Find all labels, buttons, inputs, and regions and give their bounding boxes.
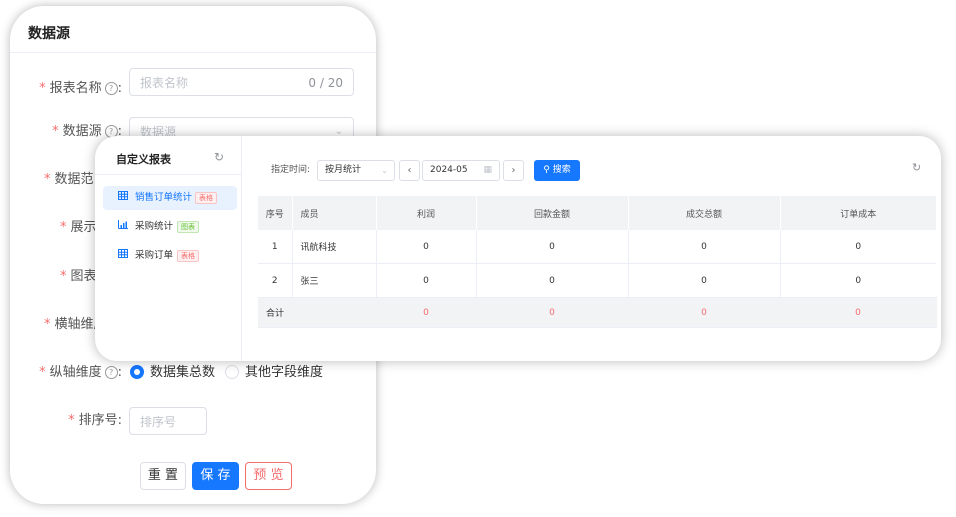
report-table: 序号 成员 利润 回款金额 成交总额 订单成本 1 讯航科技 0 0 0 0 2…: [258, 196, 937, 328]
total-cell: 0: [376, 297, 477, 328]
help-icon[interactable]: ?: [104, 82, 118, 95]
total-cell: 0: [628, 297, 781, 328]
sort-input[interactable]: 排序号: [129, 407, 207, 435]
column-header: 回款金额: [476, 196, 629, 230]
prev-month-button[interactable]: ‹: [399, 160, 420, 181]
search-button[interactable]: ⚲ 搜索: [534, 160, 580, 181]
refresh-icon[interactable]: ↻: [214, 150, 224, 164]
char-counter: 0 / 20: [308, 76, 343, 90]
chevron-left-icon: ‹: [407, 165, 412, 176]
sidebar-item-sales-order-stats[interactable]: 销售订单统计 表格: [103, 186, 237, 210]
column-header: 利润: [376, 196, 477, 230]
sidebar-item-purchase-stats[interactable]: 采购统计 图表: [103, 215, 237, 239]
report-name-input[interactable]: 报表名称 0 / 20: [129, 68, 354, 96]
next-month-button[interactable]: ›: [503, 160, 524, 181]
table-cell: 0: [476, 263, 629, 298]
search-icon: ⚲: [543, 165, 550, 175]
time-label: 指定时间:: [271, 165, 311, 175]
table-cell: 1: [258, 230, 293, 264]
table-cell: 0: [628, 230, 781, 264]
chevron-right-icon: ›: [511, 165, 516, 176]
radio-other-field[interactable]: [225, 365, 239, 379]
refresh-icon[interactable]: ↻: [912, 161, 921, 174]
table-row: 1 讯航科技 0 0 0 0: [258, 230, 936, 264]
table-cell: 讯航科技: [292, 230, 377, 264]
table-icon: [118, 244, 128, 268]
preview-button[interactable]: 预 览: [245, 462, 292, 490]
radio-other-field-label[interactable]: 其他字段维度: [245, 358, 323, 388]
y-axis-label: * 纵轴维度?:: [39, 365, 122, 380]
sidebar-item-purchase-orders[interactable]: 采购订单 表格: [103, 244, 237, 268]
sidebar-item-label: 采购订单: [135, 250, 174, 261]
report-sidebar: 自定义报表 ↻ 销售订单统计 表格 采购统计 图表 采购订单 表格: [95, 136, 242, 361]
bar-chart-icon: [118, 215, 128, 239]
sort-row: * 排序号:: [10, 406, 122, 436]
table-cell: 张三: [292, 263, 377, 298]
table-cell: 0: [376, 230, 477, 264]
required-mark: *: [39, 81, 46, 96]
table-header-row: 序号 成员 利润 回款金额 成交总额 订单成本: [258, 196, 936, 230]
table-cell: 0: [780, 230, 936, 264]
sort-label: * 排序号:: [68, 413, 122, 428]
type-tag: 表格: [195, 192, 217, 204]
form-divider: [10, 52, 376, 53]
custom-report-panel: 自定义报表 ↻ 销售订单统计 表格 采购统计 图表 采购订单 表格 指定时间: …: [95, 136, 941, 361]
radio-dataset-total[interactable]: [130, 365, 144, 379]
sidebar-title: 自定义报表: [116, 153, 171, 166]
radio-dataset-total-label[interactable]: 数据集总数: [150, 358, 215, 388]
report-name-row: * 报表名称?:: [10, 74, 122, 104]
table-cell: 0: [780, 263, 936, 298]
table-row: 2 张三 0 0 0 0: [258, 263, 936, 298]
table-cell: 2: [258, 263, 293, 298]
type-tag: 图表: [177, 221, 199, 233]
report-name-label: * 报表名称?:: [39, 81, 122, 96]
help-icon[interactable]: ?: [104, 366, 118, 379]
table-icon: [118, 186, 128, 210]
reset-button[interactable]: 重 置: [140, 462, 186, 490]
column-header: 序号: [258, 196, 293, 230]
table-cell: 0: [628, 263, 781, 298]
form-title: 数据源: [28, 26, 70, 42]
column-header: 成交总额: [628, 196, 781, 230]
calendar-icon: ▦: [483, 165, 492, 175]
sidebar-item-label: 采购统计: [135, 221, 174, 232]
column-header: 成员: [292, 196, 377, 230]
total-label: 合计: [258, 297, 377, 328]
table-cell: 0: [476, 230, 629, 264]
month-picker[interactable]: 2024-05 ▦: [422, 160, 500, 181]
y-axis-row: * 纵轴维度?:: [10, 358, 122, 388]
sidebar-item-label: 销售订单统计: [135, 192, 193, 203]
total-cell: 0: [476, 297, 629, 328]
stat-mode-select[interactable]: 按月统计 ⌄: [317, 160, 395, 181]
table-total-row: 合计 0 0 0 0: [258, 297, 937, 328]
type-tag: 表格: [177, 250, 199, 262]
total-cell: 0: [780, 297, 937, 328]
save-button[interactable]: 保 存: [192, 462, 239, 490]
table-cell: 0: [376, 263, 477, 298]
chevron-down-icon: ⌄: [381, 166, 388, 175]
column-header: 订单成本: [780, 196, 936, 230]
